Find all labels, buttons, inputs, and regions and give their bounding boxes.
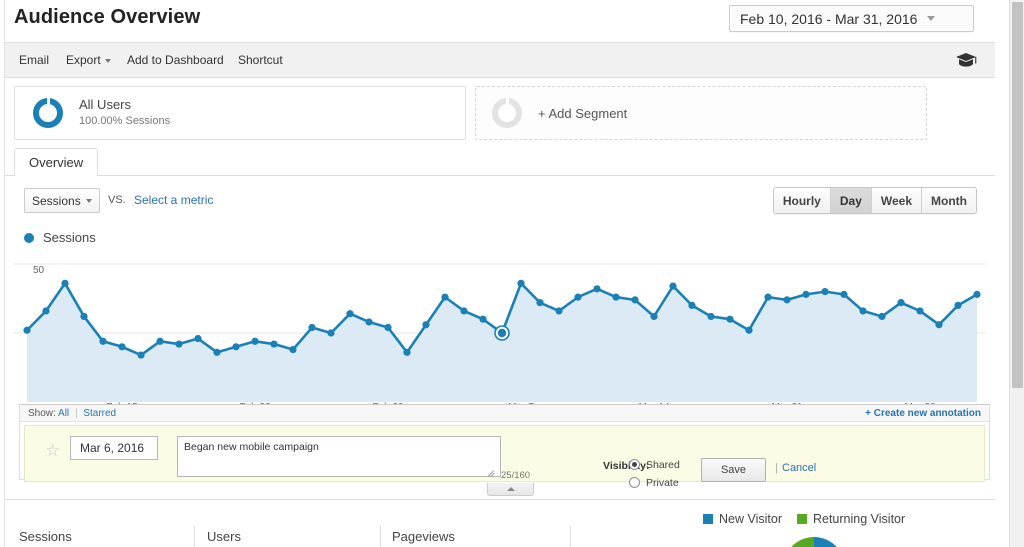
chart-plot-area	[13, 263, 985, 402]
annotations-filter: Show: All | Starred	[28, 408, 116, 419]
summary-metric-pageviews[interactable]: Pageviews	[392, 529, 455, 544]
annotations-panel: Show: All | Starred + Create new annotat…	[19, 404, 990, 489]
visibility-shared-label: Shared	[646, 458, 680, 471]
segment-all-users-title: All Users	[79, 97, 132, 112]
legend-new-visitor: New Visitor	[703, 512, 782, 526]
overview-panel: Sessions VS. Select a metric Hourly Day …	[5, 176, 995, 499]
legend-dot-icon	[24, 232, 34, 243]
annotations-show-starred[interactable]: Starred	[83, 408, 116, 419]
annotation-char-counter: 25/160	[501, 470, 531, 481]
primary-metric-select[interactable]: Sessions	[24, 188, 100, 213]
page-scrollbar[interactable]	[1009, 0, 1024, 547]
tab-overview[interactable]: Overview	[14, 148, 99, 176]
page-title: Audience Overview	[14, 6, 201, 28]
granularity-hourly[interactable]: Hourly	[773, 188, 831, 213]
export-button[interactable]: Export	[66, 53, 111, 67]
sessions-line-chart[interactable]: 50 25	[5, 252, 995, 402]
summary-divider-1	[194, 526, 195, 547]
annotation-text-input[interactable]: Began new mobile campaign	[177, 436, 501, 477]
create-annotation-link[interactable]: + Create new annotation	[865, 408, 981, 419]
analytics-page: Audience Overview Feb 10, 2016 - Mar 31,…	[0, 0, 1024, 547]
textarea-resize-grip[interactable]	[487, 468, 497, 478]
chevron-down-icon	[86, 198, 92, 203]
annotations-collapse-handle[interactable]	[487, 483, 534, 496]
granularity-week[interactable]: Week	[871, 188, 923, 213]
new-visitor-swatch-icon	[703, 514, 713, 524]
summary-metrics-bar: Sessions Users Pageviews New Visitor Ret…	[5, 499, 995, 547]
date-range-selector[interactable]: Feb 10, 2016 - Mar 31, 2016	[729, 5, 974, 32]
scrollbar-thumb[interactable]	[1012, 2, 1023, 388]
radio-private-icon[interactable]	[629, 477, 640, 488]
save-annotation-button[interactable]: Save	[701, 458, 766, 482]
shortcut-button[interactable]: Shortcut	[238, 53, 283, 67]
add-segment-button[interactable]: + Add Segment	[475, 86, 927, 140]
add-segment-label: + Add Segment	[538, 105, 628, 121]
summary-divider-2	[380, 526, 381, 547]
graduation-cap-icon[interactable]	[955, 51, 977, 69]
visitor-type-legend: New Visitor Returning Visitor	[703, 512, 905, 526]
email-button[interactable]: Email	[19, 53, 49, 67]
chevron-down-icon	[927, 16, 936, 21]
chevron-down-icon	[104, 58, 111, 63]
chart-legend: Sessions	[24, 230, 96, 245]
granularity-toggle-group: Hourly Day Week Month	[772, 187, 977, 214]
report-toolbar: Email Export Add to Dashboard Shortcut	[5, 42, 995, 78]
select-metric-link[interactable]: Select a metric	[134, 193, 213, 207]
annotations-show-all[interactable]: All	[58, 408, 69, 419]
legend-series-label: Sessions	[43, 230, 96, 245]
visitor-type-pie-chart	[783, 537, 845, 547]
primary-metric-value: Sessions	[32, 193, 81, 208]
star-outline-icon[interactable]: ☆	[45, 442, 60, 459]
annotations-show-label: Show:	[28, 408, 56, 419]
summary-divider-3	[570, 526, 571, 547]
pie-slices	[783, 537, 845, 547]
page-header: Audience Overview Feb 10, 2016 - Mar 31,…	[5, 0, 995, 42]
visibility-private-label: Private	[646, 476, 679, 489]
segment-all-users-text: All Users 100.00% Sessions	[79, 97, 170, 129]
segment-all-users-subtitle: 100.00% Sessions	[79, 115, 171, 128]
summary-metric-users[interactable]: Users	[207, 529, 241, 544]
legend-returning-visitor: Returning Visitor	[796, 512, 906, 526]
radio-shared-icon[interactable]	[629, 459, 640, 470]
add-to-dashboard-button[interactable]: Add to Dashboard	[127, 53, 224, 67]
new-visitor-label: New Visitor	[719, 512, 782, 526]
returning-visitor-label: Returning Visitor	[812, 512, 906, 526]
metric-bar: Sessions VS. Select a metric Hourly Day …	[5, 176, 995, 224]
annotation-edit-row: ☆ Mar 6, 2016 Began new mobile campaign …	[24, 425, 985, 489]
empty-donut-icon	[492, 97, 522, 128]
segment-bar: All Users 100.00% Sessions + Add Segment	[5, 78, 995, 148]
tab-strip: Overview	[5, 148, 995, 176]
donut-icon	[33, 97, 63, 128]
page-right-gutter	[995, 0, 1009, 547]
granularity-month[interactable]: Month	[922, 188, 976, 213]
vs-label: VS.	[108, 194, 126, 206]
returning-visitor-swatch-icon	[796, 514, 807, 524]
summary-metric-sessions[interactable]: Sessions	[19, 529, 72, 544]
tab-overview-label: Overview	[29, 154, 84, 170]
annotation-date-input[interactable]: Mar 6, 2016	[70, 436, 158, 460]
cancel-annotation-link[interactable]: Cancel	[782, 462, 816, 474]
visibility-option-shared[interactable]: Shared	[629, 457, 680, 472]
granularity-day[interactable]: Day	[830, 188, 872, 213]
date-range-value: Feb 10, 2016 - Mar 31, 2016	[740, 10, 918, 27]
annotations-filter-separator: |	[74, 408, 78, 419]
segment-all-users[interactable]: All Users 100.00% Sessions	[14, 86, 466, 140]
visibility-option-private[interactable]: Private	[629, 475, 680, 490]
visibility-radio-group: Shared Private	[629, 457, 680, 490]
cancel-separator: |	[775, 462, 778, 474]
export-label: Export	[66, 53, 101, 67]
annotations-header: Show: All | Starred + Create new annotat…	[20, 405, 989, 422]
chevron-up-icon	[506, 487, 515, 491]
